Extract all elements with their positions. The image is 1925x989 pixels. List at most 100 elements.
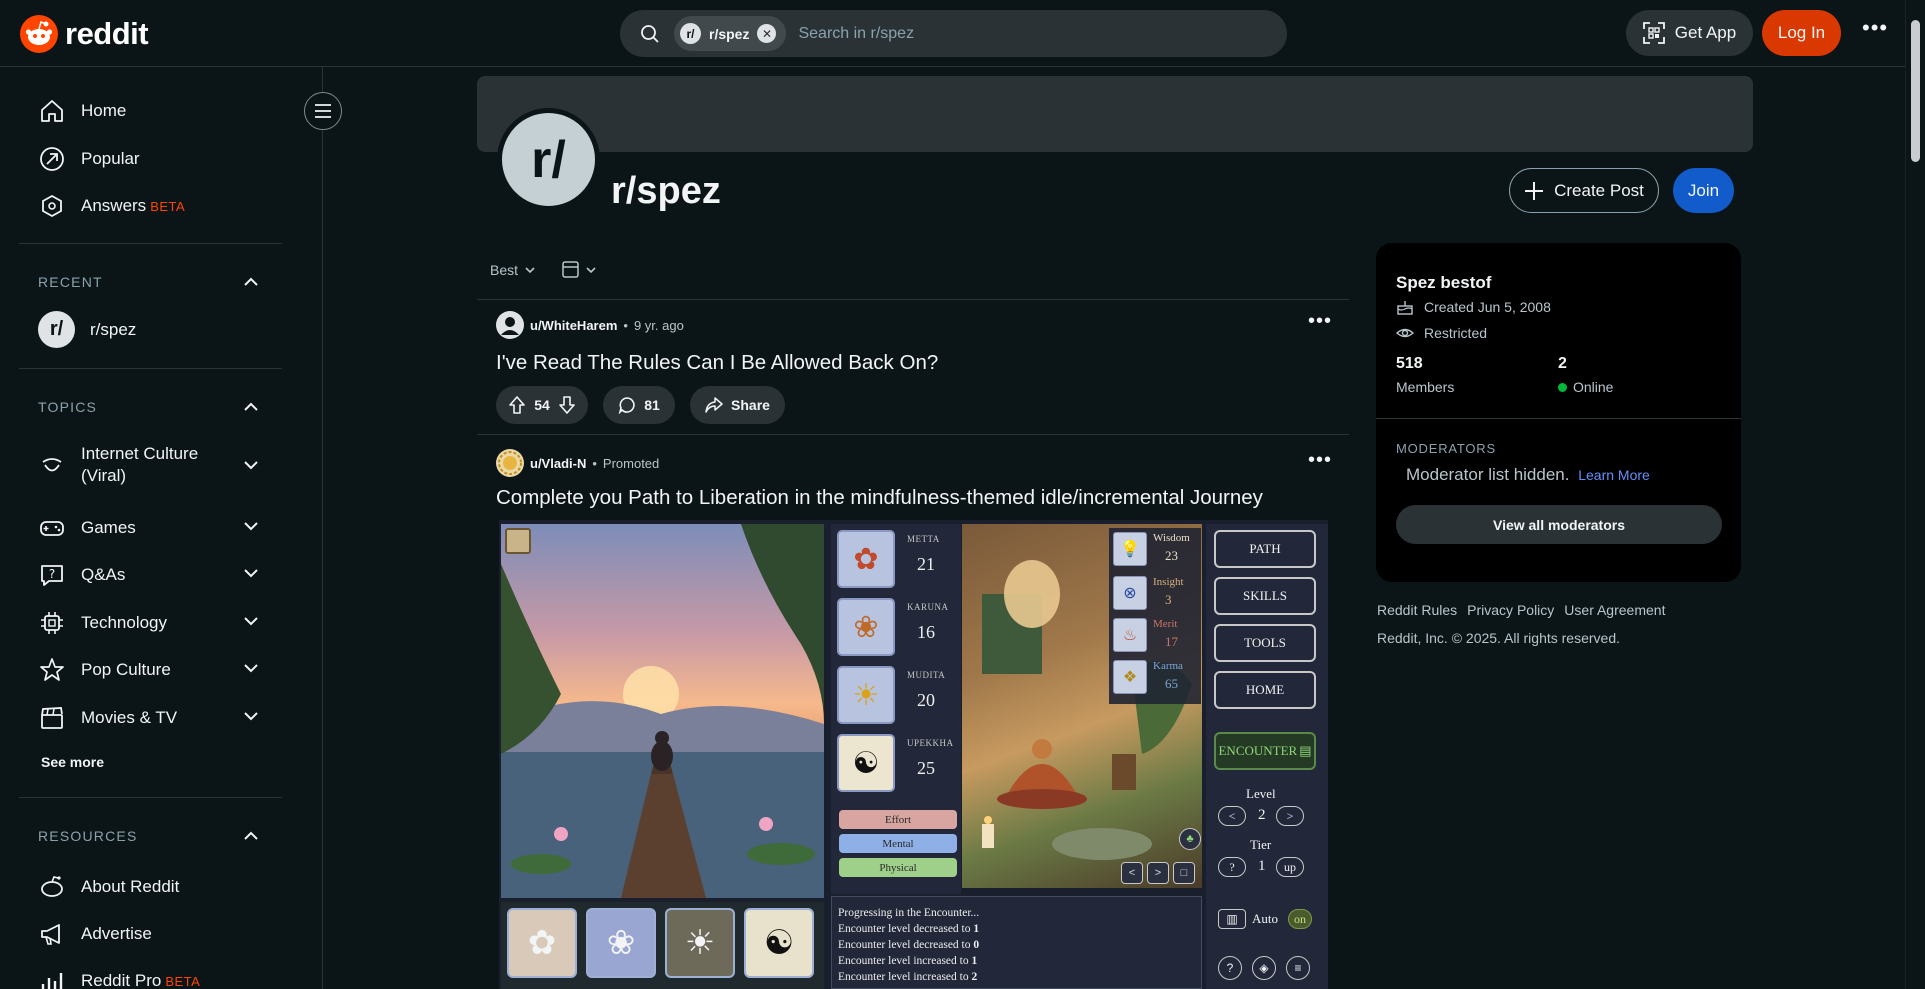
- sidebar-item-about-reddit[interactable]: About Reddit: [38, 873, 179, 901]
- page-scrollbar[interactable]: [1905, 0, 1925, 989]
- sun-icon[interactable]: ☀: [665, 908, 735, 978]
- sidebar-item-answers[interactable]: Answers BETA: [38, 192, 185, 220]
- sidebar-item-games[interactable]: Games: [38, 514, 136, 542]
- meta-dot: •: [592, 455, 597, 471]
- view-all-moderators-button[interactable]: View all moderators: [1396, 505, 1722, 544]
- help-icon[interactable]: ?: [1218, 956, 1242, 980]
- promoted-post-image[interactable]: ✿ ❀ ☀ ☯ ✿ METTA 21 ❀ KARUNA 16 ☀ MUDITA …: [499, 520, 1328, 989]
- tools-button[interactable]: TOOLS: [1214, 624, 1316, 662]
- share-button[interactable]: Share: [690, 386, 785, 424]
- lotus-icon[interactable]: ❀: [837, 598, 895, 656]
- resources-section-title[interactable]: RESOURCES: [38, 828, 137, 844]
- prev-room-icon[interactable]: <: [1121, 862, 1143, 884]
- sort-dropdown[interactable]: Best: [490, 262, 536, 278]
- heart-flower-icon[interactable]: ✿: [837, 530, 895, 588]
- sidebar-item-pop-culture[interactable]: Pop Culture: [38, 656, 171, 684]
- mental-bar[interactable]: Mental: [839, 834, 957, 853]
- search-bar[interactable]: r/ r/spez ✕: [620, 10, 1287, 57]
- get-app-label: Get App: [1674, 23, 1737, 42]
- collapse-sidebar-button[interactable]: [304, 92, 342, 130]
- heart-flower-icon[interactable]: ✿: [507, 908, 577, 978]
- menu-list-icon[interactable]: ≡: [1286, 956, 1310, 980]
- home-button[interactable]: HOME: [1214, 671, 1316, 709]
- join-button[interactable]: Join: [1673, 168, 1734, 213]
- game-nav-panel: PATH SKILLS TOOLS HOME ENCOUNTER ▤ Level …: [1206, 524, 1328, 989]
- topics-section-title[interactable]: TOPICS: [38, 399, 97, 415]
- chevron-down-icon[interactable]: [242, 517, 260, 535]
- chevron-down-icon[interactable]: [242, 659, 260, 677]
- compass-icon[interactable]: ◈: [1252, 956, 1276, 980]
- scroll-icon[interactable]: [505, 528, 531, 554]
- alien-icon: [38, 873, 66, 901]
- sidebar-item-technology[interactable]: Technology: [38, 609, 167, 637]
- book-icon[interactable]: ▥: [1218, 909, 1246, 929]
- yin-yang-icon[interactable]: ☯: [837, 734, 895, 792]
- chevron-down-icon[interactable]: [242, 612, 260, 630]
- karma-icon: ❖: [1113, 660, 1147, 694]
- login-button[interactable]: Log In: [1762, 10, 1841, 56]
- search-scope-chip[interactable]: r/ r/spez ✕: [674, 16, 787, 51]
- tier-help-button[interactable]: ?: [1218, 857, 1246, 877]
- sidebar-item-qas[interactable]: ? Q&As: [38, 561, 125, 589]
- user-agreement-link[interactable]: User Agreement: [1564, 602, 1665, 618]
- path-button[interactable]: PATH: [1214, 530, 1316, 568]
- search-input[interactable]: [798, 24, 1239, 43]
- view-dropdown[interactable]: [562, 261, 597, 278]
- sun-icon[interactable]: ☀: [837, 666, 895, 724]
- svg-text:?: ?: [49, 567, 55, 581]
- create-post-button[interactable]: Create Post: [1509, 168, 1659, 213]
- level-down-button[interactable]: <: [1218, 806, 1246, 826]
- effort-bar[interactable]: Effort: [839, 810, 957, 829]
- chevron-up-icon[interactable]: [242, 827, 260, 845]
- recent-section-title[interactable]: RECENT: [38, 274, 103, 290]
- sidebar-item-popular[interactable]: Popular: [38, 145, 140, 173]
- post-author[interactable]: u/Vladi-N: [530, 456, 586, 471]
- sidebar-item-advertise[interactable]: Advertise: [38, 920, 152, 948]
- post-overflow-icon[interactable]: •••: [1308, 310, 1332, 333]
- chevron-down-icon[interactable]: [242, 456, 260, 474]
- get-app-button[interactable]: Get App: [1626, 10, 1753, 56]
- user-avatar-icon[interactable]: [496, 311, 524, 339]
- post-title[interactable]: I've Read The Rules Can I Be Allowed Bac…: [496, 351, 938, 375]
- clear-scope-icon[interactable]: ✕: [757, 24, 777, 43]
- comments-button[interactable]: 81: [603, 386, 675, 424]
- skills-button[interactable]: SKILLS: [1214, 577, 1316, 615]
- sidebar-item-internet-culture[interactable]: Internet Culture (Viral): [38, 443, 238, 487]
- reddit-rules-link[interactable]: Reddit Rules: [1377, 602, 1457, 618]
- post-author[interactable]: u/WhiteHarem: [530, 318, 617, 333]
- level-up-button[interactable]: >: [1276, 806, 1304, 826]
- plant-icon[interactable]: ♣: [1179, 828, 1201, 850]
- lotus-icon[interactable]: ❀: [586, 908, 656, 978]
- stat-row: ✿ METTA 21: [837, 530, 957, 594]
- post-title[interactable]: Complete you Path to Liberation in the m…: [496, 486, 1263, 510]
- yin-yang-icon[interactable]: ☯: [744, 908, 814, 978]
- auto-toggle[interactable]: on: [1288, 909, 1312, 929]
- learn-more-link[interactable]: Learn More: [1578, 467, 1650, 483]
- sidebar-item-recent-spez[interactable]: r/ r/spez: [38, 311, 136, 348]
- sidebar-item-movies-tv[interactable]: Movies & TV: [38, 704, 177, 732]
- fullscreen-icon[interactable]: □: [1173, 862, 1195, 884]
- upvote-icon[interactable]: [508, 396, 526, 414]
- chevron-down-icon[interactable]: [242, 564, 260, 582]
- sidebar-item-home[interactable]: Home: [38, 97, 126, 125]
- next-room-icon[interactable]: >: [1147, 862, 1169, 884]
- sun-avatar-icon[interactable]: [496, 449, 524, 477]
- privacy-policy-link[interactable]: Privacy Policy: [1467, 602, 1554, 618]
- plus-icon: [1525, 181, 1544, 200]
- encounter-button[interactable]: ENCOUNTER ▤: [1214, 732, 1316, 770]
- post-overflow-icon[interactable]: •••: [1308, 449, 1332, 472]
- sidebar-item-reddit-pro[interactable]: Reddit Pro BETA: [38, 967, 200, 989]
- reddit-logo[interactable]: reddit: [20, 15, 149, 53]
- physical-bar[interactable]: Physical: [839, 858, 957, 877]
- home-icon: [38, 97, 66, 125]
- scroll-thumb[interactable]: [1911, 20, 1920, 162]
- downvote-icon[interactable]: [558, 396, 576, 414]
- chevron-up-icon[interactable]: [242, 398, 260, 416]
- see-more-link[interactable]: See more: [41, 754, 104, 770]
- chevron-up-icon[interactable]: [242, 273, 260, 291]
- tier-up-button[interactable]: up: [1276, 857, 1304, 877]
- community-avatar: r/: [497, 108, 600, 211]
- chevron-down-icon[interactable]: [242, 707, 260, 725]
- sidebar-item-label: Answers: [81, 196, 147, 215]
- more-options-icon[interactable]: •••: [1862, 15, 1888, 41]
